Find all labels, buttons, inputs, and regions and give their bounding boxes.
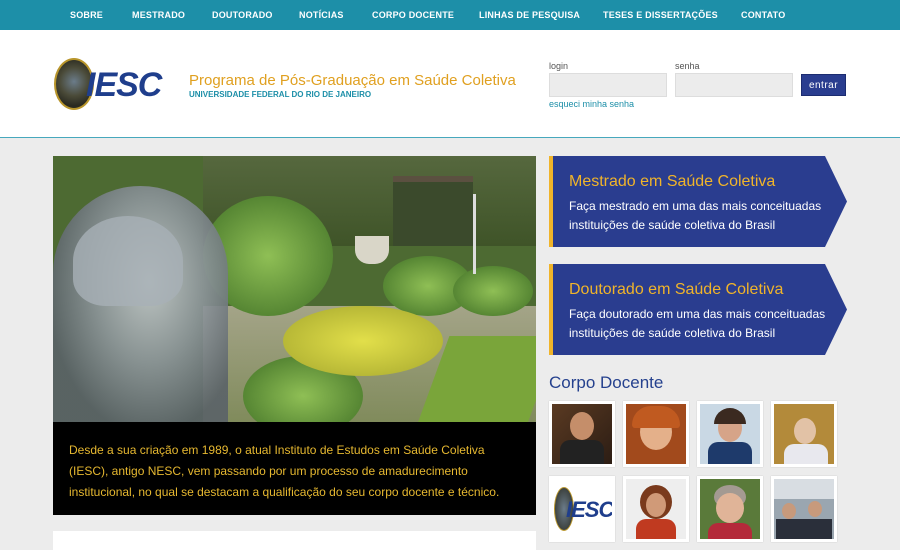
nav-item-linhas-pesquisa[interactable]: LINHAS DE PESQUISA [479,0,580,30]
hero-caption-text: Desde a sua criação em 1989, o atual Ins… [69,443,500,499]
iesc-logo[interactable]: IESC [86,66,162,105]
password-label: senha [675,61,700,71]
faculty-photo-3[interactable] [697,401,763,467]
faculty-photo-8[interactable] [771,476,837,542]
content-panel [53,531,536,550]
faculty-photo-7[interactable] [697,476,763,542]
faculty-photo-1[interactable] [549,401,615,467]
hero-caption: Desde a sua criação em 1989, o atual Ins… [53,422,536,515]
university-name: UNIVERSIDADE FEDERAL DO RIO DE JANEIRO [189,90,372,99]
top-navigation: SOBRE MESTRADO DOUTORADO NOTÍCIAS CORPO … [0,0,900,30]
site-header: IESC Programa de Pós-Graduação em Saúde … [0,30,900,138]
iesc-thumb-logo: IESC [566,497,612,522]
faculty-section-title: Corpo Docente [549,373,664,392]
login-input[interactable] [549,73,667,97]
promo-doutorado-description: Faça doutorado em uma das mais conceitua… [569,307,826,340]
faculty-photo-2[interactable] [623,401,689,467]
faculty-photo-4[interactable] [771,401,837,467]
program-title: Programa de Pós-Graduação em Saúde Colet… [189,72,516,89]
faculty-photo-6[interactable] [623,476,689,542]
login-submit-button[interactable]: entrar [801,74,846,96]
faculty-photo-5[interactable]: IESC [549,476,615,542]
forgot-password-link[interactable]: esqueci minha senha [549,99,634,109]
promo-mestrado-title: Mestrado em Saúde Coletiva [569,173,776,190]
promo-doutorado[interactable]: Doutorado em Saúde Coletiva Faça doutora… [549,264,847,355]
login-label: login [549,61,569,71]
nav-item-contato[interactable]: CONTATO [741,0,785,30]
nav-item-doutorado[interactable]: DOUTORADO [212,0,273,30]
nav-item-sobre[interactable]: SOBRE [70,0,103,30]
nav-item-mestrado[interactable]: MESTRADO [132,0,185,30]
promo-doutorado-title: Doutorado em Saúde Coletiva [569,281,784,298]
nav-item-corpo-docente[interactable]: CORPO DOCENTE [372,0,454,30]
promo-mestrado-description: Faça mestrado em uma das mais conceituad… [569,199,822,232]
password-input[interactable] [675,73,793,97]
nav-item-teses[interactable]: TESES E DISSERTAÇÕES [603,0,718,30]
promo-mestrado[interactable]: Mestrado em Saúde Coletiva Faça mestrado… [549,156,847,247]
nav-item-noticias[interactable]: NOTÍCIAS [299,0,344,30]
hero-garden-image [53,156,536,422]
